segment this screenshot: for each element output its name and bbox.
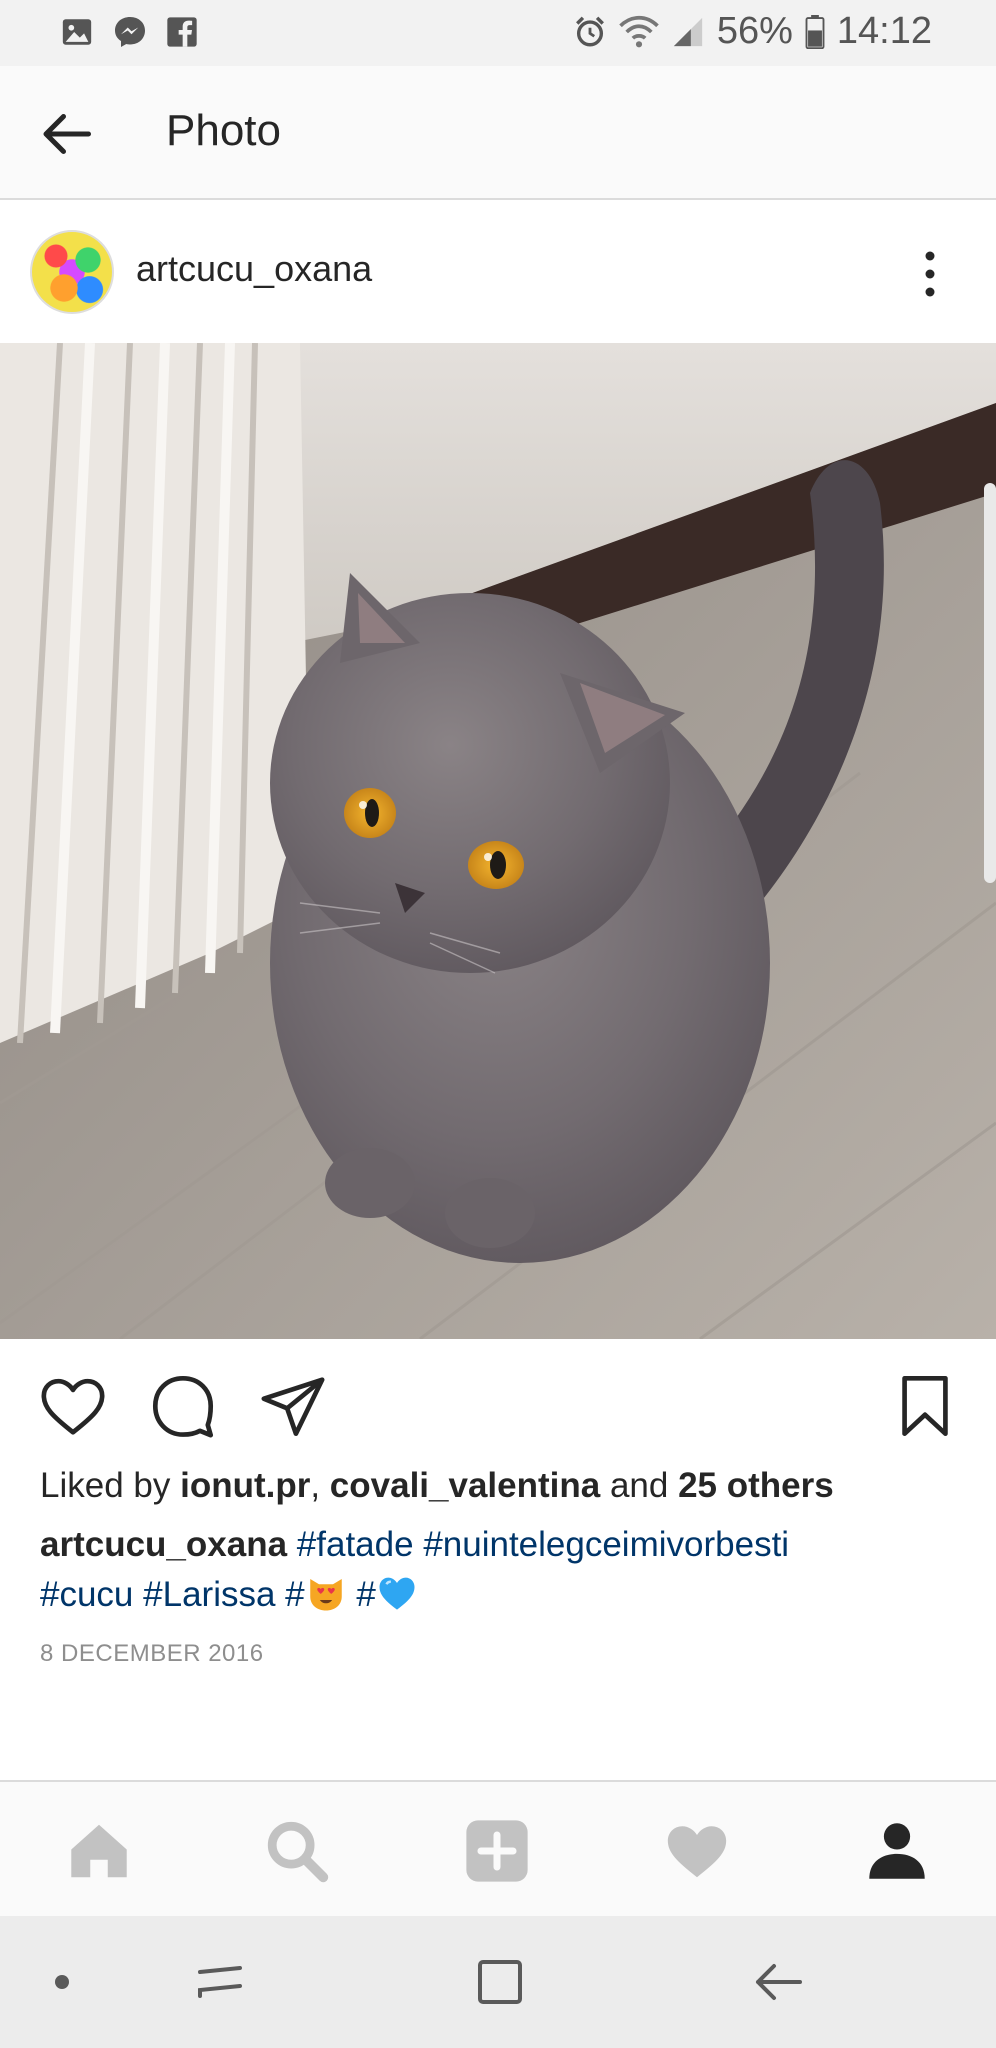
page-title: Photo — [166, 106, 281, 155]
likes-and: and — [600, 1466, 679, 1505]
comment-icon — [152, 1375, 214, 1438]
post-actions — [0, 1339, 996, 1469]
share-button[interactable] — [258, 1371, 328, 1441]
likes-prefix: Liked by — [40, 1466, 181, 1505]
vertical-dots-icon — [925, 251, 935, 297]
home-icon — [71, 1824, 127, 1878]
nav-dot[interactable] — [32, 1952, 92, 2012]
post-header: artcucu_oxana — [0, 200, 996, 343]
save-button[interactable] — [890, 1371, 960, 1441]
battery-percent: 56% — [716, 10, 793, 52]
system-navigation-bar — [0, 1916, 996, 2048]
wifi-icon — [619, 15, 659, 49]
facebook-icon — [166, 16, 198, 48]
likes-summary: Liked by ionut.pr, covali_valentina and … — [40, 1466, 834, 1506]
hash-symbol: # — [285, 1575, 305, 1614]
like-button[interactable] — [38, 1371, 108, 1441]
hashtag[interactable]: #nuintelegceimivorbesti — [423, 1525, 789, 1564]
nav-home[interactable] — [470, 1952, 530, 2012]
post-date: 8 DECEMBER 2016 — [40, 1640, 264, 1667]
post-username[interactable]: artcucu_oxana — [136, 248, 372, 290]
avatar[interactable] — [30, 230, 114, 314]
hashtag[interactable]: #cucu — [40, 1575, 133, 1614]
likes-others[interactable]: 25 others — [678, 1466, 834, 1505]
home-square-icon — [478, 1960, 522, 2004]
messenger-icon — [112, 14, 148, 50]
tab-profile[interactable] — [862, 1816, 932, 1886]
arrow-left-icon — [43, 114, 91, 154]
hash-symbol: # — [356, 1575, 376, 1614]
blue-heart-emoji — [379, 1577, 415, 1610]
tab-home[interactable] — [64, 1816, 134, 1886]
liker-2[interactable]: covali_valentina — [330, 1466, 600, 1505]
back-arrow-icon — [756, 1964, 802, 2000]
search-icon — [267, 1821, 329, 1883]
battery-icon — [805, 14, 825, 49]
clock: 14:12 — [836, 10, 932, 52]
dot-icon — [55, 1975, 69, 1989]
hashtag[interactable]: #fatade — [297, 1525, 414, 1564]
back-button[interactable] — [36, 104, 96, 164]
comment-button[interactable] — [148, 1371, 218, 1441]
profile-icon — [869, 1823, 925, 1879]
tab-activity[interactable] — [662, 1816, 732, 1886]
bookmark-icon — [902, 1375, 948, 1437]
heart-icon — [41, 1378, 105, 1435]
liker-1[interactable]: ionut.pr — [180, 1466, 310, 1505]
notification-icons — [60, 14, 198, 50]
status-bar: 56% 14:12 — [0, 0, 996, 66]
cat-heart-eyes-emoji — [309, 1579, 342, 1611]
tab-search[interactable] — [262, 1816, 332, 1886]
hashtag-emoji-cat[interactable]: # — [285, 1575, 346, 1614]
recents-icon — [198, 1966, 242, 1998]
bottom-tab-bar — [0, 1780, 996, 1916]
hashtag[interactable]: #Larissa — [143, 1575, 275, 1614]
post-photo[interactable] — [0, 343, 996, 1339]
gallery-icon — [60, 15, 94, 49]
signal-icon — [671, 15, 705, 49]
app-header: Photo — [0, 66, 996, 200]
tab-add[interactable] — [462, 1816, 532, 1886]
caption-author[interactable]: artcucu_oxana — [40, 1525, 287, 1564]
post-caption: artcucu_oxana #fatade #nuintelegceimivor… — [40, 1520, 960, 1620]
share-icon — [261, 1377, 325, 1437]
alarm-icon — [573, 15, 607, 49]
cat-photo-illustration — [0, 343, 996, 1339]
nav-recents[interactable] — [190, 1952, 250, 2012]
system-status: 56% 14:12 — [573, 10, 932, 53]
more-options-button[interactable] — [910, 246, 950, 302]
activity-heart-icon — [667, 1826, 727, 1878]
add-icon — [466, 1820, 528, 1882]
hashtag-emoji-heart[interactable]: # — [356, 1575, 417, 1614]
nav-back[interactable] — [748, 1952, 808, 2012]
likes-sep: , — [310, 1466, 330, 1505]
